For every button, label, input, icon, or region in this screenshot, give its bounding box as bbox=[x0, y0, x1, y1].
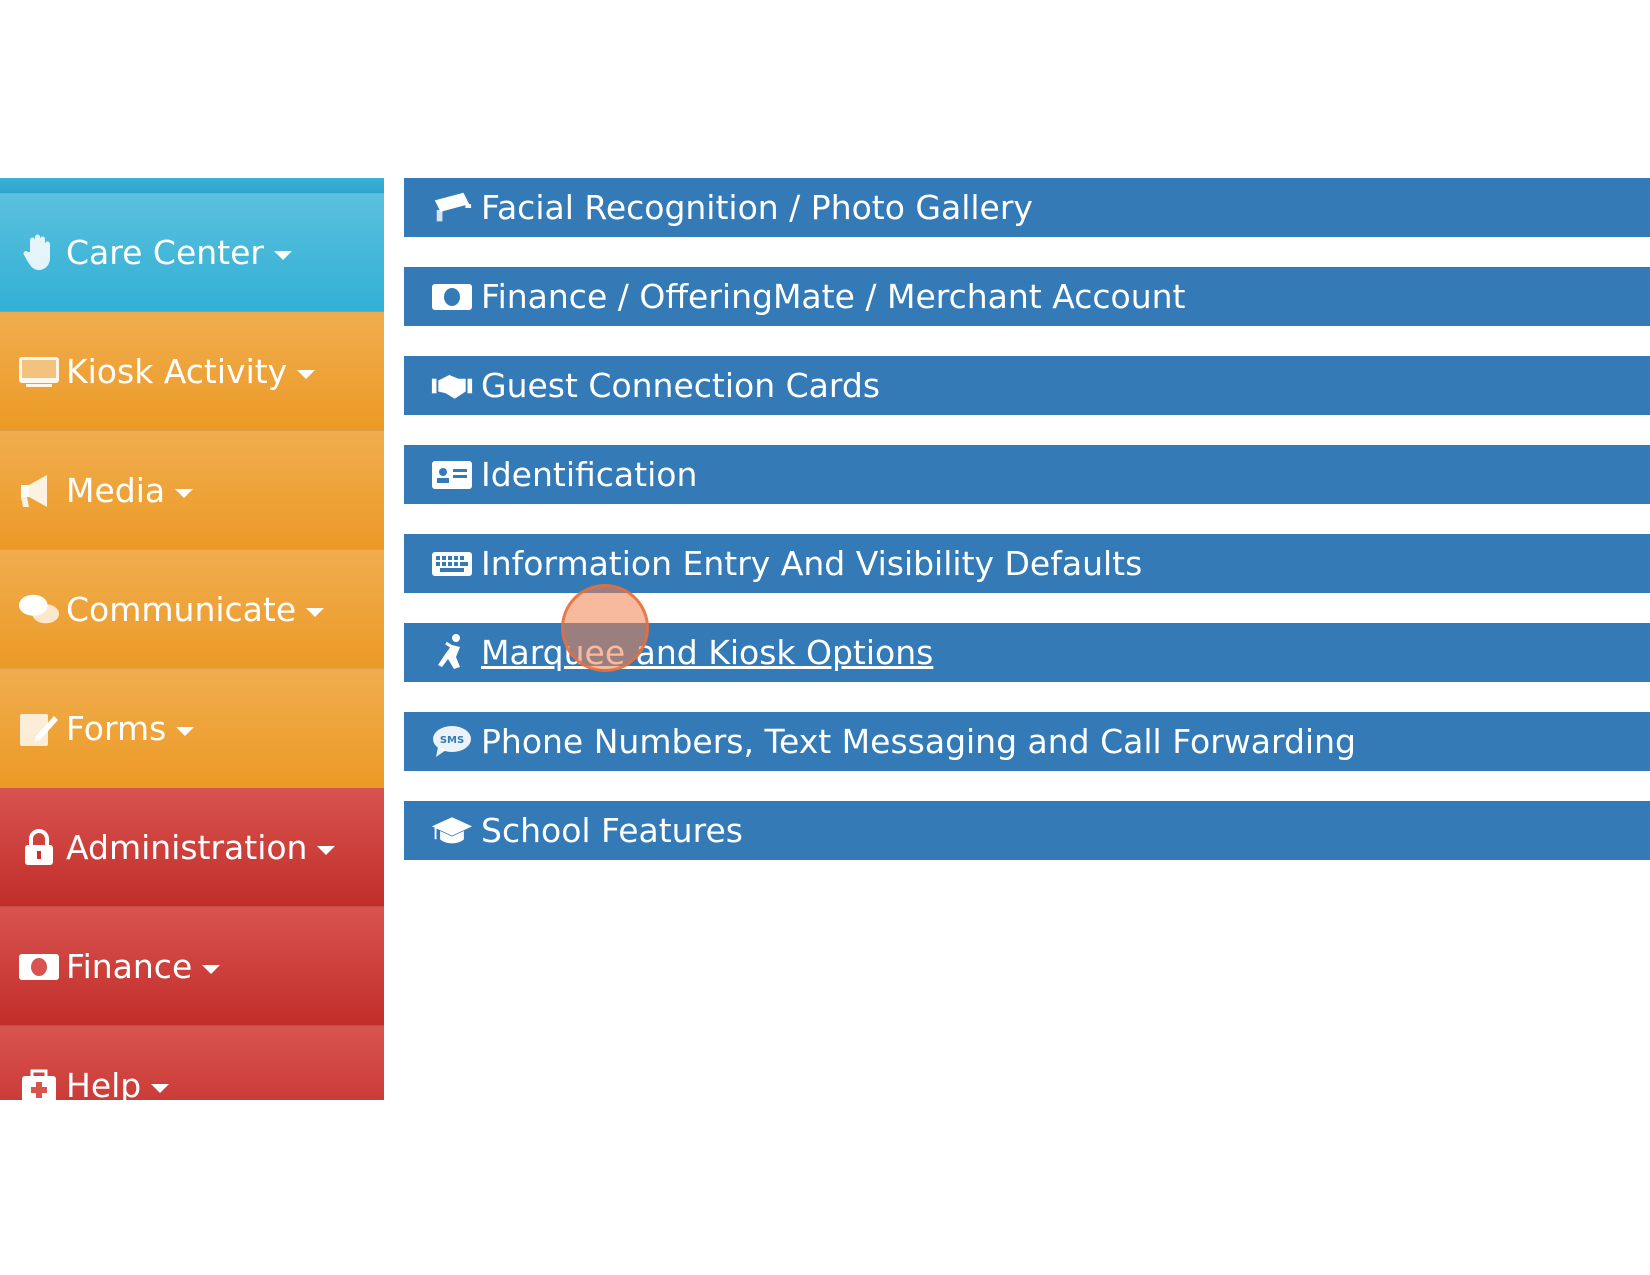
settings-row-label: Information Entry And Visibility Default… bbox=[481, 544, 1143, 583]
bullhorn-icon bbox=[18, 470, 60, 512]
sidebar-nav: Care Center Kiosk Activity Media Communi… bbox=[0, 178, 384, 1100]
camera-icon bbox=[431, 188, 473, 228]
kneeling-person-icon bbox=[431, 633, 473, 673]
settings-row-label: Guest Connection Cards bbox=[481, 366, 881, 405]
caret-down-icon bbox=[306, 608, 325, 617]
keyboard-icon bbox=[431, 544, 473, 584]
id-card-icon bbox=[431, 455, 473, 495]
settings-row-phone-numbers[interactable]: SMS Phone Numbers, Text Messaging and Ca… bbox=[404, 712, 1650, 771]
nav-communicate[interactable]: Communicate bbox=[0, 550, 384, 669]
graduation-cap-icon bbox=[431, 811, 473, 851]
nav-label: Media bbox=[66, 471, 166, 510]
caret-down-icon bbox=[202, 965, 221, 974]
handshake-icon bbox=[431, 366, 473, 406]
settings-row-information-entry[interactable]: Information Entry And Visibility Default… bbox=[404, 534, 1650, 593]
settings-row-label: Marquee and Kiosk Options bbox=[481, 633, 934, 672]
caret-down-icon bbox=[297, 370, 316, 379]
nav-care-center[interactable]: Care Center bbox=[0, 193, 384, 312]
nav-label: Help bbox=[66, 1066, 142, 1100]
nav-forms[interactable]: Forms bbox=[0, 669, 384, 788]
caret-down-icon bbox=[273, 251, 292, 260]
caret-down-icon bbox=[175, 489, 194, 498]
settings-row-facial-recognition[interactable]: Facial Recognition / Photo Gallery bbox=[404, 178, 1650, 237]
nav-label: Kiosk Activity bbox=[66, 352, 288, 391]
settings-list: Facial Recognition / Photo Gallery Finan… bbox=[404, 178, 1650, 890]
caret-down-icon bbox=[151, 1084, 170, 1093]
settings-row-label: Phone Numbers, Text Messaging and Call F… bbox=[481, 722, 1356, 761]
medkit-icon bbox=[18, 1065, 60, 1100]
nav-label: Forms bbox=[66, 709, 167, 748]
nav-label: Finance bbox=[66, 947, 193, 986]
settings-row-label: Identification bbox=[481, 455, 698, 494]
sms-icon: SMS bbox=[431, 722, 473, 762]
money-icon bbox=[431, 277, 473, 317]
caret-down-icon bbox=[317, 846, 336, 855]
settings-row-finance[interactable]: Finance / OfferingMate / Merchant Accoun… bbox=[404, 267, 1650, 326]
caret-down-icon bbox=[176, 727, 195, 736]
nav-media[interactable]: Media bbox=[0, 431, 384, 550]
settings-row-guest-connection-cards[interactable]: Guest Connection Cards bbox=[404, 356, 1650, 415]
settings-row-marquee-kiosk[interactable]: Marquee and Kiosk Options bbox=[404, 623, 1650, 682]
nav-help[interactable]: Help bbox=[0, 1026, 384, 1100]
sidebar-top-strip bbox=[0, 178, 384, 193]
settings-row-identification[interactable]: Identification bbox=[404, 445, 1650, 504]
settings-row-label: School Features bbox=[481, 811, 743, 850]
hand-icon bbox=[18, 232, 60, 274]
nav-label: Care Center bbox=[66, 233, 264, 272]
nav-finance[interactable]: Finance bbox=[0, 907, 384, 1026]
svg-text:SMS: SMS bbox=[440, 735, 464, 746]
nav-label: Administration bbox=[66, 828, 308, 867]
nav-label: Communicate bbox=[66, 590, 297, 629]
chat-bubbles-icon bbox=[18, 589, 60, 631]
lock-icon bbox=[18, 827, 60, 869]
settings-row-label: Facial Recognition / Photo Gallery bbox=[481, 188, 1033, 227]
monitor-icon bbox=[18, 351, 60, 393]
settings-row-label: Finance / OfferingMate / Merchant Accoun… bbox=[481, 277, 1186, 316]
nav-administration[interactable]: Administration bbox=[0, 788, 384, 907]
settings-row-school-features[interactable]: School Features bbox=[404, 801, 1650, 860]
edit-form-icon bbox=[18, 708, 60, 750]
money-icon bbox=[18, 946, 60, 988]
nav-kiosk-activity[interactable]: Kiosk Activity bbox=[0, 312, 384, 431]
